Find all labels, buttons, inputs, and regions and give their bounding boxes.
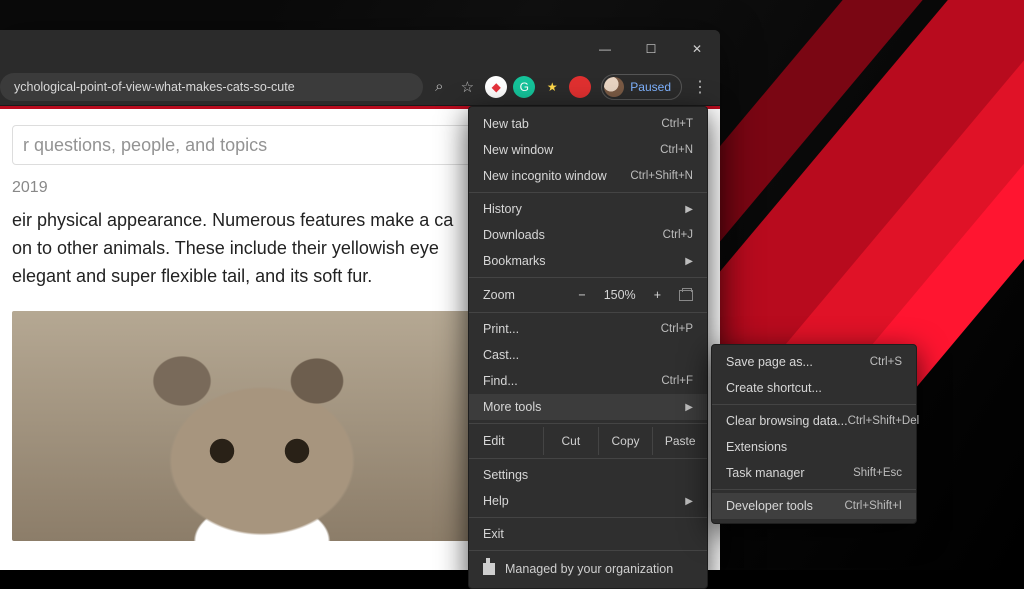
chrome-menu-button[interactable]: ⋮	[686, 77, 714, 97]
extension-pocket-icon[interactable]: ◆	[485, 76, 507, 98]
edit-label: Edit	[483, 434, 543, 448]
menu-more-tools[interactable]: More tools▶	[469, 394, 707, 420]
address-bar: ychological-point-of-view-what-makes-cat…	[0, 68, 720, 106]
window-titlebar[interactable]: — ☐ ✕	[0, 30, 720, 68]
bookmark-star-icon[interactable]: ☆	[455, 75, 479, 99]
extension-favorites-icon[interactable]: ★	[541, 76, 563, 98]
organization-icon	[483, 563, 495, 575]
menu-zoom: Zoom − 150% +	[469, 281, 707, 309]
menu-find[interactable]: Find...Ctrl+F	[469, 368, 707, 394]
maximize-button[interactable]: ☐	[628, 30, 674, 68]
search-placeholder: r questions, people, and topics	[23, 135, 267, 156]
submenu-developer-tools[interactable]: Developer toolsCtrl+Shift+I	[712, 493, 916, 519]
article-image	[12, 311, 512, 541]
menu-history[interactable]: History▶	[469, 196, 707, 222]
profile-status: Paused	[630, 80, 671, 94]
menu-cast[interactable]: Cast...	[469, 342, 707, 368]
menu-edit: Edit Cut Copy Paste	[469, 427, 707, 455]
menu-help[interactable]: Help▶	[469, 488, 707, 514]
edit-paste-button[interactable]: Paste	[652, 427, 707, 455]
menu-exit[interactable]: Exit	[469, 521, 707, 547]
edit-copy-button[interactable]: Copy	[598, 427, 653, 455]
zoom-indicator-icon[interactable]: ⌕	[427, 75, 451, 99]
zoom-value: 150%	[604, 288, 636, 302]
fullscreen-icon[interactable]	[679, 290, 693, 301]
extension-record-icon[interactable]	[569, 76, 591, 98]
submenu-create-shortcut[interactable]: Create shortcut...	[712, 375, 916, 401]
submenu-clear-browsing-data[interactable]: Clear browsing data...Ctrl+Shift+Del	[712, 408, 916, 434]
article-body: eir physical appearance. Numerous featur…	[12, 207, 472, 291]
minimize-button[interactable]: —	[582, 30, 628, 68]
zoom-label: Zoom	[483, 288, 547, 302]
edit-cut-button[interactable]: Cut	[543, 427, 598, 455]
chrome-main-menu: New tabCtrl+T New windowCtrl+N New incog…	[468, 106, 708, 589]
more-tools-submenu: Save page as...Ctrl+S Create shortcut...…	[711, 344, 917, 524]
url-text: ychological-point-of-view-what-makes-cat…	[14, 80, 295, 94]
menu-new-incognito[interactable]: New incognito windowCtrl+Shift+N	[469, 163, 707, 189]
menu-managed-notice[interactable]: Managed by your organization	[469, 554, 707, 584]
menu-new-window[interactable]: New windowCtrl+N	[469, 137, 707, 163]
avatar-icon	[604, 77, 624, 97]
submenu-extensions[interactable]: Extensions	[712, 434, 916, 460]
submenu-save-page[interactable]: Save page as...Ctrl+S	[712, 349, 916, 375]
menu-bookmarks[interactable]: Bookmarks▶	[469, 248, 707, 274]
url-input[interactable]: ychological-point-of-view-what-makes-cat…	[0, 73, 423, 101]
close-button[interactable]: ✕	[674, 30, 720, 68]
extension-grammarly-icon[interactable]: G	[513, 76, 535, 98]
profile-chip[interactable]: Paused	[601, 74, 682, 100]
menu-settings[interactable]: Settings	[469, 462, 707, 488]
submenu-task-manager[interactable]: Task managerShift+Esc	[712, 460, 916, 486]
zoom-out-button[interactable]: −	[578, 288, 585, 302]
zoom-in-button[interactable]: +	[654, 288, 661, 302]
menu-print[interactable]: Print...Ctrl+P	[469, 316, 707, 342]
menu-new-tab[interactable]: New tabCtrl+T	[469, 111, 707, 137]
menu-downloads[interactable]: DownloadsCtrl+J	[469, 222, 707, 248]
